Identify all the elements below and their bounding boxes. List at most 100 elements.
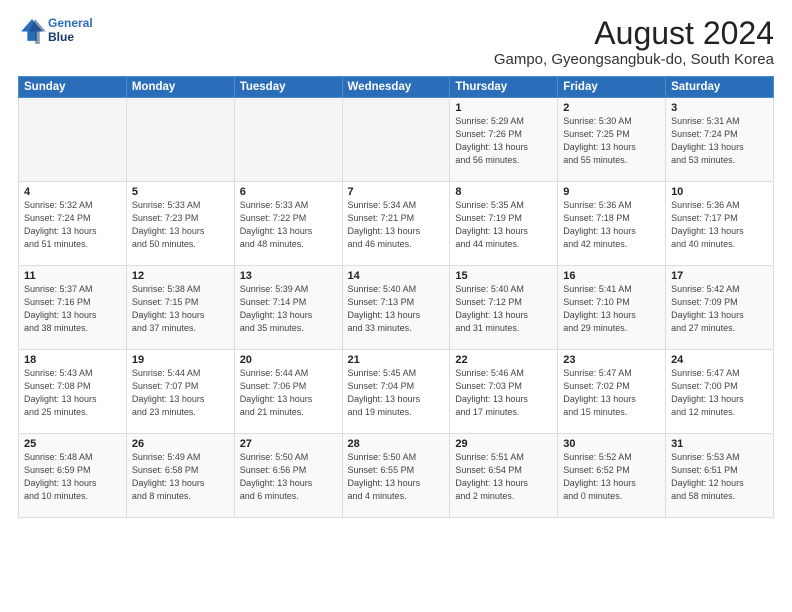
calendar-cell: 25Sunrise: 5:48 AM Sunset: 6:59 PM Dayli… bbox=[19, 434, 127, 518]
calendar-week-3: 11Sunrise: 5:37 AM Sunset: 7:16 PM Dayli… bbox=[19, 266, 774, 350]
day-number: 5 bbox=[132, 186, 229, 198]
calendar-week-1: 1Sunrise: 5:29 AM Sunset: 7:26 PM Daylig… bbox=[19, 98, 774, 182]
header: General Blue August 2024 Gampo, Gyeongsa… bbox=[18, 16, 774, 68]
day-number: 18 bbox=[24, 354, 121, 366]
calendar-cell: 13Sunrise: 5:39 AM Sunset: 7:14 PM Dayli… bbox=[234, 266, 342, 350]
calendar-cell: 23Sunrise: 5:47 AM Sunset: 7:02 PM Dayli… bbox=[558, 350, 666, 434]
calendar-cell: 30Sunrise: 5:52 AM Sunset: 6:52 PM Dayli… bbox=[558, 434, 666, 518]
calendar-cell: 22Sunrise: 5:46 AM Sunset: 7:03 PM Dayli… bbox=[450, 350, 558, 434]
calendar-cell bbox=[126, 98, 234, 182]
calendar-cell: 19Sunrise: 5:44 AM Sunset: 7:07 PM Dayli… bbox=[126, 350, 234, 434]
day-number: 19 bbox=[132, 354, 229, 366]
calendar-header-thursday: Thursday bbox=[450, 77, 558, 98]
calendar-cell: 11Sunrise: 5:37 AM Sunset: 7:16 PM Dayli… bbox=[19, 266, 127, 350]
calendar-cell: 3Sunrise: 5:31 AM Sunset: 7:24 PM Daylig… bbox=[666, 98, 774, 182]
main-title: August 2024 bbox=[494, 16, 774, 51]
calendar-cell: 31Sunrise: 5:53 AM Sunset: 6:51 PM Dayli… bbox=[666, 434, 774, 518]
calendar-cell: 20Sunrise: 5:44 AM Sunset: 7:06 PM Dayli… bbox=[234, 350, 342, 434]
calendar-cell: 14Sunrise: 5:40 AM Sunset: 7:13 PM Dayli… bbox=[342, 266, 450, 350]
calendar-week-4: 18Sunrise: 5:43 AM Sunset: 7:08 PM Dayli… bbox=[19, 350, 774, 434]
day-info: Sunrise: 5:45 AM Sunset: 7:04 PM Dayligh… bbox=[348, 367, 445, 419]
day-number: 1 bbox=[455, 102, 552, 114]
calendar-header-friday: Friday bbox=[558, 77, 666, 98]
day-number: 15 bbox=[455, 270, 552, 282]
day-number: 10 bbox=[671, 186, 768, 198]
page: General Blue August 2024 Gampo, Gyeongsa… bbox=[0, 0, 792, 612]
day-number: 4 bbox=[24, 186, 121, 198]
day-number: 13 bbox=[240, 270, 337, 282]
day-info: Sunrise: 5:53 AM Sunset: 6:51 PM Dayligh… bbox=[671, 451, 768, 503]
day-info: Sunrise: 5:40 AM Sunset: 7:12 PM Dayligh… bbox=[455, 283, 552, 335]
calendar-cell bbox=[342, 98, 450, 182]
day-info: Sunrise: 5:29 AM Sunset: 7:26 PM Dayligh… bbox=[455, 115, 552, 167]
day-info: Sunrise: 5:41 AM Sunset: 7:10 PM Dayligh… bbox=[563, 283, 660, 335]
day-info: Sunrise: 5:37 AM Sunset: 7:16 PM Dayligh… bbox=[24, 283, 121, 335]
day-number: 12 bbox=[132, 270, 229, 282]
day-number: 28 bbox=[348, 438, 445, 450]
day-info: Sunrise: 5:44 AM Sunset: 7:06 PM Dayligh… bbox=[240, 367, 337, 419]
calendar-cell: 2Sunrise: 5:30 AM Sunset: 7:25 PM Daylig… bbox=[558, 98, 666, 182]
logo-icon bbox=[18, 16, 46, 44]
calendar-cell: 21Sunrise: 5:45 AM Sunset: 7:04 PM Dayli… bbox=[342, 350, 450, 434]
calendar-cell bbox=[19, 98, 127, 182]
calendar-cell: 6Sunrise: 5:33 AM Sunset: 7:22 PM Daylig… bbox=[234, 182, 342, 266]
day-info: Sunrise: 5:38 AM Sunset: 7:15 PM Dayligh… bbox=[132, 283, 229, 335]
day-info: Sunrise: 5:52 AM Sunset: 6:52 PM Dayligh… bbox=[563, 451, 660, 503]
day-number: 26 bbox=[132, 438, 229, 450]
day-number: 27 bbox=[240, 438, 337, 450]
day-number: 17 bbox=[671, 270, 768, 282]
subtitle: Gampo, Gyeongsangbuk-do, South Korea bbox=[494, 51, 774, 68]
day-info: Sunrise: 5:42 AM Sunset: 7:09 PM Dayligh… bbox=[671, 283, 768, 335]
calendar-cell: 24Sunrise: 5:47 AM Sunset: 7:00 PM Dayli… bbox=[666, 350, 774, 434]
calendar-cell: 18Sunrise: 5:43 AM Sunset: 7:08 PM Dayli… bbox=[19, 350, 127, 434]
day-info: Sunrise: 5:36 AM Sunset: 7:17 PM Dayligh… bbox=[671, 199, 768, 251]
calendar-week-2: 4Sunrise: 5:32 AM Sunset: 7:24 PM Daylig… bbox=[19, 182, 774, 266]
calendar-cell: 5Sunrise: 5:33 AM Sunset: 7:23 PM Daylig… bbox=[126, 182, 234, 266]
day-number: 6 bbox=[240, 186, 337, 198]
day-number: 16 bbox=[563, 270, 660, 282]
day-info: Sunrise: 5:46 AM Sunset: 7:03 PM Dayligh… bbox=[455, 367, 552, 419]
calendar-header-tuesday: Tuesday bbox=[234, 77, 342, 98]
day-info: Sunrise: 5:39 AM Sunset: 7:14 PM Dayligh… bbox=[240, 283, 337, 335]
day-number: 24 bbox=[671, 354, 768, 366]
day-info: Sunrise: 5:33 AM Sunset: 7:22 PM Dayligh… bbox=[240, 199, 337, 251]
day-number: 14 bbox=[348, 270, 445, 282]
title-area: August 2024 Gampo, Gyeongsangbuk-do, Sou… bbox=[494, 16, 774, 68]
logo-text: General Blue bbox=[48, 16, 93, 45]
day-number: 30 bbox=[563, 438, 660, 450]
calendar-cell: 16Sunrise: 5:41 AM Sunset: 7:10 PM Dayli… bbox=[558, 266, 666, 350]
day-number: 7 bbox=[348, 186, 445, 198]
calendar-cell: 29Sunrise: 5:51 AM Sunset: 6:54 PM Dayli… bbox=[450, 434, 558, 518]
day-info: Sunrise: 5:50 AM Sunset: 6:56 PM Dayligh… bbox=[240, 451, 337, 503]
calendar-header-row: SundayMondayTuesdayWednesdayThursdayFrid… bbox=[19, 77, 774, 98]
day-number: 2 bbox=[563, 102, 660, 114]
calendar-header-monday: Monday bbox=[126, 77, 234, 98]
day-info: Sunrise: 5:47 AM Sunset: 7:02 PM Dayligh… bbox=[563, 367, 660, 419]
day-info: Sunrise: 5:35 AM Sunset: 7:19 PM Dayligh… bbox=[455, 199, 552, 251]
day-number: 20 bbox=[240, 354, 337, 366]
day-info: Sunrise: 5:31 AM Sunset: 7:24 PM Dayligh… bbox=[671, 115, 768, 167]
calendar-header-sunday: Sunday bbox=[19, 77, 127, 98]
day-info: Sunrise: 5:33 AM Sunset: 7:23 PM Dayligh… bbox=[132, 199, 229, 251]
calendar-cell: 8Sunrise: 5:35 AM Sunset: 7:19 PM Daylig… bbox=[450, 182, 558, 266]
day-info: Sunrise: 5:30 AM Sunset: 7:25 PM Dayligh… bbox=[563, 115, 660, 167]
calendar-cell: 4Sunrise: 5:32 AM Sunset: 7:24 PM Daylig… bbox=[19, 182, 127, 266]
day-info: Sunrise: 5:34 AM Sunset: 7:21 PM Dayligh… bbox=[348, 199, 445, 251]
day-number: 22 bbox=[455, 354, 552, 366]
calendar-cell: 10Sunrise: 5:36 AM Sunset: 7:17 PM Dayli… bbox=[666, 182, 774, 266]
calendar-cell: 27Sunrise: 5:50 AM Sunset: 6:56 PM Dayli… bbox=[234, 434, 342, 518]
calendar-header-wednesday: Wednesday bbox=[342, 77, 450, 98]
calendar-cell: 12Sunrise: 5:38 AM Sunset: 7:15 PM Dayli… bbox=[126, 266, 234, 350]
calendar: SundayMondayTuesdayWednesdayThursdayFrid… bbox=[18, 76, 774, 518]
day-info: Sunrise: 5:50 AM Sunset: 6:55 PM Dayligh… bbox=[348, 451, 445, 503]
day-info: Sunrise: 5:47 AM Sunset: 7:00 PM Dayligh… bbox=[671, 367, 768, 419]
calendar-cell: 28Sunrise: 5:50 AM Sunset: 6:55 PM Dayli… bbox=[342, 434, 450, 518]
day-number: 9 bbox=[563, 186, 660, 198]
calendar-cell bbox=[234, 98, 342, 182]
day-info: Sunrise: 5:43 AM Sunset: 7:08 PM Dayligh… bbox=[24, 367, 121, 419]
calendar-cell: 15Sunrise: 5:40 AM Sunset: 7:12 PM Dayli… bbox=[450, 266, 558, 350]
day-info: Sunrise: 5:40 AM Sunset: 7:13 PM Dayligh… bbox=[348, 283, 445, 335]
day-number: 31 bbox=[671, 438, 768, 450]
day-number: 8 bbox=[455, 186, 552, 198]
day-number: 21 bbox=[348, 354, 445, 366]
